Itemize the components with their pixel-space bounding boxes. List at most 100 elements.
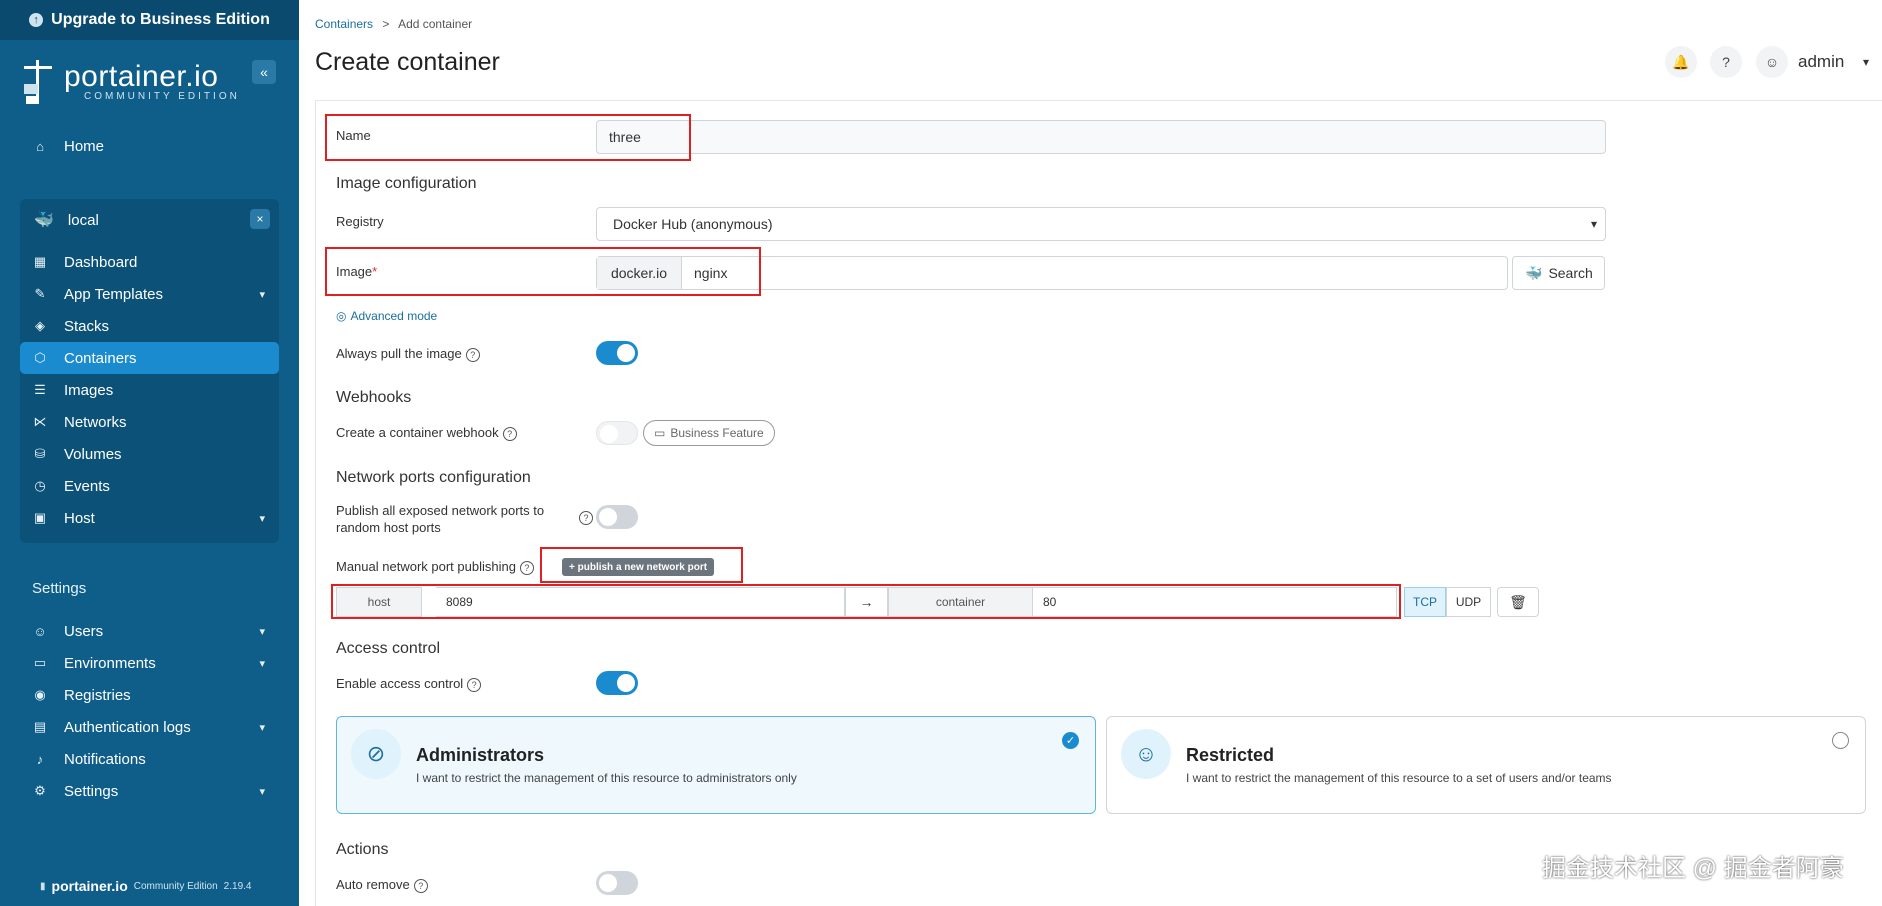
logo-subtitle: COMMUNITY EDITION — [84, 90, 240, 102]
chevron-down-icon[interactable]: ▾ — [1863, 55, 1869, 69]
restricted-option[interactable]: ☺ Restricted I want to restrict the mana… — [1106, 716, 1866, 814]
username[interactable]: admin — [1798, 52, 1844, 72]
breadcrumb: Containers > Add container — [315, 17, 473, 31]
notifications-bell-icon[interactable]: 🔔 — [1665, 46, 1697, 78]
annotation-box — [325, 247, 761, 296]
portainer-crane-icon — [24, 60, 52, 104]
sidebar-item-networks[interactable]: ⋉ Networks — [20, 406, 279, 438]
udp-button[interactable]: UDP — [1446, 587, 1491, 617]
enable-access-label: Enable access control? — [336, 676, 482, 692]
layers-icon: ◈ — [35, 318, 45, 333]
sidebar-item-images[interactable]: ☰ Images — [20, 374, 279, 406]
sidebar: ↑ Upgrade to Business Edition portainer.i… — [0, 0, 299, 906]
list-icon: ☰ — [34, 382, 46, 397]
portainer-logo[interactable]: portainer.io COMMUNITY EDITION — [20, 58, 240, 106]
help-icon[interactable]: ? — [465, 347, 480, 362]
upgrade-banner[interactable]: ↑ Upgrade to Business Edition — [0, 0, 299, 40]
radio-unchecked-icon[interactable] — [1832, 732, 1849, 749]
always-pull-toggle[interactable] — [596, 341, 638, 365]
publish-all-label: Publish all exposed network ports to ran… — [336, 503, 545, 535]
environment-header[interactable]: 🐳 local — [20, 203, 279, 237]
logo-title: portainer.io — [64, 59, 219, 93]
user-avatar-icon[interactable]: ☺ — [1756, 46, 1788, 78]
users-icon: ☺ — [1121, 729, 1171, 779]
breadcrumb-containers-link[interactable]: Containers — [315, 17, 373, 31]
advanced-mode-link[interactable]: ◎ Advanced mode — [336, 309, 437, 323]
chevron-down-icon: ▾ — [1590, 217, 1597, 231]
settings-heading: Settings — [32, 580, 87, 597]
main-content: Containers > Add container Create contai… — [299, 0, 1882, 906]
sidebar-item-environments[interactable]: ▭ Environments ▾ — [20, 647, 279, 679]
trash-icon[interactable]: 🗑 — [1497, 587, 1539, 617]
registry-select[interactable]: Docker Hub (anonymous) ▾ — [596, 207, 1606, 241]
file-icon: ▤ — [33, 719, 47, 734]
sidebar-item-events[interactable]: ◷ Events — [20, 470, 279, 502]
access-control-toggle[interactable] — [596, 671, 638, 695]
webhook-toggle[interactable] — [596, 421, 638, 445]
sidebar-item-settings[interactable]: ⚙ Settings ▾ — [20, 775, 279, 807]
docker-whale-icon: 🐳 — [1525, 264, 1543, 281]
business-feature-badge: ▭ Business Feature — [643, 420, 775, 446]
chevron-down-icon: ▾ — [259, 657, 265, 670]
hdd-icon: ▭ — [33, 655, 47, 670]
sidebar-item-containers[interactable]: ⬡ Containers — [20, 342, 279, 374]
webhooks-heading: Webhooks — [336, 389, 412, 406]
sidebar-item-notifications[interactable]: ♪ Notifications — [20, 743, 279, 775]
upgrade-label: Upgrade to Business Edition — [51, 11, 270, 28]
annotation-box — [540, 547, 743, 583]
help-icon[interactable]: ? — [579, 511, 593, 525]
radio-icon: ◉ — [34, 687, 46, 702]
collapse-sidebar-button[interactable]: « — [252, 60, 276, 84]
help-icon[interactable]: ? — [467, 677, 482, 692]
webhook-label: Create a container webhook? — [336, 425, 517, 441]
sidebar-item-users[interactable]: ☺ Users ▾ — [20, 615, 279, 647]
sidebar-item-dashboard[interactable]: ▦ Dashboard — [20, 246, 279, 278]
network-ports-heading: Network ports configuration — [336, 469, 531, 486]
sidebar-item-stacks[interactable]: ◈ Stacks — [20, 310, 279, 342]
dashboard-icon: ▦ — [33, 254, 47, 269]
chevron-down-icon: ▾ — [259, 288, 265, 301]
home-icon: ⌂ — [36, 138, 44, 154]
administrators-option[interactable]: ⊘ Administrators I want to restrict the … — [336, 716, 1096, 814]
sidebar-item-host[interactable]: ▣ Host ▾ — [20, 502, 279, 534]
chevron-down-icon: ▾ — [259, 512, 265, 525]
chevron-down-icon: ▾ — [259, 721, 265, 734]
help-icon[interactable]: ? — [502, 426, 517, 441]
checked-icon: ✓ — [1062, 732, 1079, 749]
sidebar-item-authentication-logs[interactable]: ▤ Authentication logs ▾ — [20, 711, 279, 743]
help-icon[interactable]: ? — [519, 560, 534, 575]
sidebar-item-registries[interactable]: ◉ Registries — [20, 679, 279, 711]
help-icon[interactable]: ? — [1710, 46, 1742, 78]
always-pull-label: Always pull the image? — [336, 346, 480, 362]
environment-name: local — [67, 211, 99, 229]
tcp-button[interactable]: TCP — [1404, 587, 1446, 617]
upgrade-icon: ↑ — [29, 13, 44, 27]
auto-remove-toggle[interactable] — [596, 871, 638, 895]
sidebar-item-volumes[interactable]: ⛁ Volumes — [20, 438, 279, 470]
briefcase-icon: ▭ — [654, 426, 666, 440]
box-icon: ⬡ — [34, 350, 46, 365]
portainer-small-icon: ▮ — [40, 880, 46, 892]
sidebar-footer: ▮ portainer.io Community Edition 2.19.4 — [40, 878, 252, 894]
help-icon[interactable]: ? — [413, 878, 428, 893]
annotation-box — [325, 114, 691, 161]
close-environment-button[interactable]: × — [250, 209, 270, 229]
globe-icon: ◎ — [336, 309, 347, 323]
server-icon: ▣ — [33, 510, 47, 525]
access-control-heading: Access control — [336, 640, 441, 657]
name-input[interactable]: three — [596, 120, 1606, 154]
bell-icon: ♪ — [36, 751, 44, 767]
sidebar-item-app-templates[interactable]: ✎ App Templates ▾ — [20, 278, 279, 310]
auto-remove-label: Auto remove? — [336, 877, 428, 893]
image-configuration-heading: Image configuration — [336, 175, 477, 192]
rocket-icon: ✎ — [34, 286, 46, 301]
chevron-down-icon: ▾ — [259, 625, 265, 638]
publish-all-toggle[interactable] — [596, 505, 638, 529]
eye-off-icon: ⊘ — [351, 729, 401, 779]
sidebar-item-home[interactable]: ⌂ Home — [20, 130, 279, 162]
clock-icon: ◷ — [34, 478, 46, 493]
user-icon: ☺ — [33, 623, 47, 639]
actions-heading: Actions — [336, 841, 389, 858]
page-title: Create container — [315, 48, 500, 76]
search-button[interactable]: 🐳 Search — [1512, 256, 1605, 290]
